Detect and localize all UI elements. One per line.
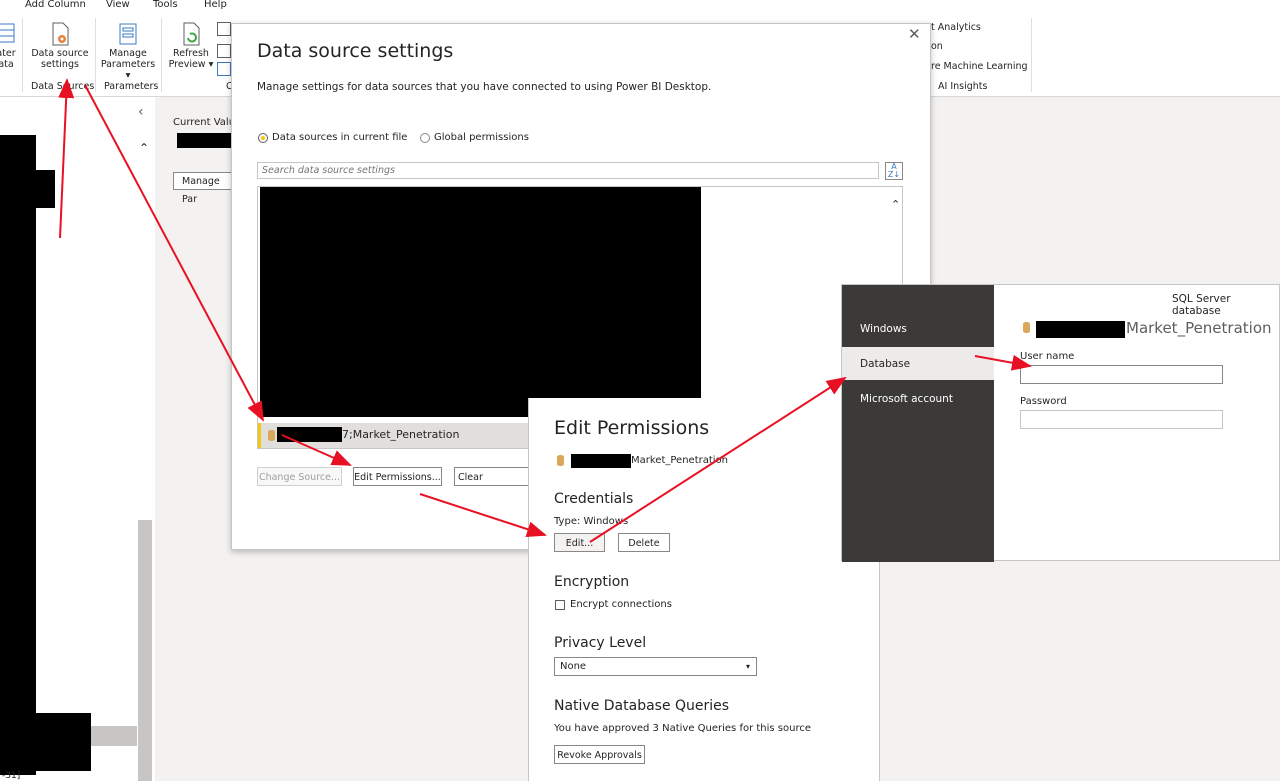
advanced-editor-icon[interactable] (217, 44, 231, 58)
scroll-up-chevron-icon[interactable]: ⌃ (139, 141, 149, 155)
refresh-preview-label-1: Refresh (173, 48, 209, 59)
nav-windows[interactable]: Windows (860, 323, 907, 335)
collapse-chevron-left-icon[interactable]: ‹ (138, 104, 144, 120)
manage-parameters-button[interactable]: Manage Parameters ▾ (98, 22, 158, 81)
database-icon (1023, 322, 1030, 333)
sql-credentials-dialog: Windows Database Microsoft account SQL S… (841, 284, 1280, 562)
group-ai-insights: AI Insights (938, 81, 988, 92)
manage-parameters-label-2: Parameters (100, 59, 156, 70)
radio-current-label: Data sources in current file (272, 132, 408, 143)
enter-data-label-1: ater (0, 48, 16, 59)
manage-icon[interactable] (217, 62, 231, 76)
current-value-field[interactable] (177, 133, 232, 148)
table-icon (0, 22, 16, 46)
encrypt-label: Encrypt connections (570, 599, 672, 610)
change-source-button[interactable]: Change Source... (257, 467, 342, 486)
privacy-value: None (560, 661, 587, 672)
native-queries-text: You have approved 3 Native Queries for t… (554, 723, 812, 734)
vision-button[interactable]: on (931, 41, 943, 52)
dropdown-arrow-icon: ▾ (125, 70, 131, 81)
sql-header: SQL Server database (1172, 293, 1231, 317)
data-source-settings-label-2: settings (41, 59, 79, 70)
search-input[interactable] (257, 162, 879, 179)
redacted-block (0, 170, 55, 208)
menu-tools[interactable]: Tools (153, 0, 178, 10)
horizontal-scrollbar[interactable] (91, 726, 137, 746)
refresh-icon (181, 22, 201, 46)
redacted-server (571, 454, 631, 468)
redacted-block (0, 713, 91, 771)
current-value-label: Current Valu (173, 117, 236, 128)
credential-type: Type: Windows (554, 516, 629, 527)
group-data-sources: Data Sources (31, 81, 95, 92)
privacy-heading: Privacy Level (554, 635, 647, 651)
sql-source-name: Market_Penetration (1126, 319, 1272, 337)
list-item-selected[interactable]: 7;Market_Penetration (258, 423, 530, 448)
edit-permissions-title: Edit Permissions (554, 417, 710, 439)
data-source-settings-label-1: Data source (31, 48, 89, 59)
encryption-heading: Encryption (554, 574, 630, 590)
redacted-server (277, 427, 342, 442)
enter-data-label-2: ata (0, 59, 14, 70)
scroll-up-icon[interactable]: ⌃ (891, 198, 900, 211)
password-label: Password (1020, 396, 1067, 407)
nav-microsoft-account[interactable]: Microsoft account (860, 393, 953, 405)
revoke-approvals-button[interactable]: Revoke Approvals (554, 745, 645, 764)
scrollbar-track[interactable] (138, 520, 152, 781)
database-icon (268, 430, 275, 441)
radio-global-label: Global permissions (434, 132, 529, 143)
credentials-heading: Credentials (554, 491, 634, 507)
refresh-preview-button[interactable]: Refresh Preview ▾ (167, 22, 215, 70)
data-source-settings-button[interactable]: Data source settings (29, 22, 91, 70)
list-item-label: 7;Market_Penetration (342, 428, 460, 441)
status-text: -31] (2, 771, 21, 781)
ep-source-name: Market_Penetration (631, 455, 729, 466)
dialog-subtitle: Manage settings for data sources that yo… (257, 81, 712, 93)
dialog-title: Data source settings (257, 40, 454, 62)
password-input[interactable] (1020, 410, 1223, 429)
native-queries-heading: Native Database Queries (554, 698, 730, 714)
edit-permissions-dialog: Edit Permissions Market_Penetration Cred… (528, 398, 880, 781)
parameters-icon (118, 22, 138, 46)
text-analytics-button[interactable]: t Analytics (931, 22, 981, 33)
radio-current-file[interactable]: Data sources in current file (258, 132, 407, 143)
chevron-down-icon: ▾ (745, 662, 750, 671)
privacy-level-select[interactable]: None ▾ (554, 657, 757, 676)
close-icon[interactable]: ✕ (908, 25, 921, 43)
group-parameters: Parameters (104, 81, 159, 92)
dropdown-arrow-icon: ▾ (208, 59, 214, 70)
checkbox-icon (555, 599, 565, 610)
manage-parameters-label-1: Manage (109, 48, 147, 59)
azure-ml-button[interactable]: re Machine Learning (931, 61, 1028, 72)
edit-permissions-button[interactable]: Edit Permissions... (353, 467, 442, 486)
clear-permissions-button[interactable]: Clear Permissions (454, 467, 530, 486)
radio-selected-icon (258, 132, 268, 143)
nav-database-selected[interactable]: Database (842, 347, 994, 380)
enter-data-button[interactable]: ater ata (0, 22, 16, 70)
refresh-preview-label-2: Preview (168, 59, 206, 70)
redacted-server (1036, 321, 1125, 338)
redacted-block (0, 135, 36, 775)
username-label: User name (1020, 351, 1075, 362)
manage-parameter-button[interactable]: Manage Par (173, 172, 233, 205)
nav-database-label: Database (860, 358, 911, 370)
edit-credentials-button[interactable]: Edit... (554, 533, 605, 552)
database-icon (557, 455, 564, 466)
delete-credentials-button[interactable]: Delete (618, 533, 670, 552)
sort-az-icon[interactable]: A Z↓ (885, 162, 903, 180)
redacted-list (260, 187, 701, 417)
menu-help[interactable]: Help (204, 0, 227, 10)
radio-unselected-icon (420, 132, 430, 143)
username-input[interactable] (1020, 365, 1223, 384)
menu-add-column[interactable]: Add Column (25, 0, 86, 10)
menu-bar: Add Column View Tools Help (0, 0, 1280, 14)
data-source-settings-icon (50, 22, 70, 46)
properties-icon[interactable] (217, 22, 231, 36)
encrypt-checkbox[interactable]: Encrypt connections (555, 599, 672, 610)
menu-view[interactable]: View (106, 0, 130, 10)
radio-global-permissions[interactable]: Global permissions (420, 132, 529, 143)
